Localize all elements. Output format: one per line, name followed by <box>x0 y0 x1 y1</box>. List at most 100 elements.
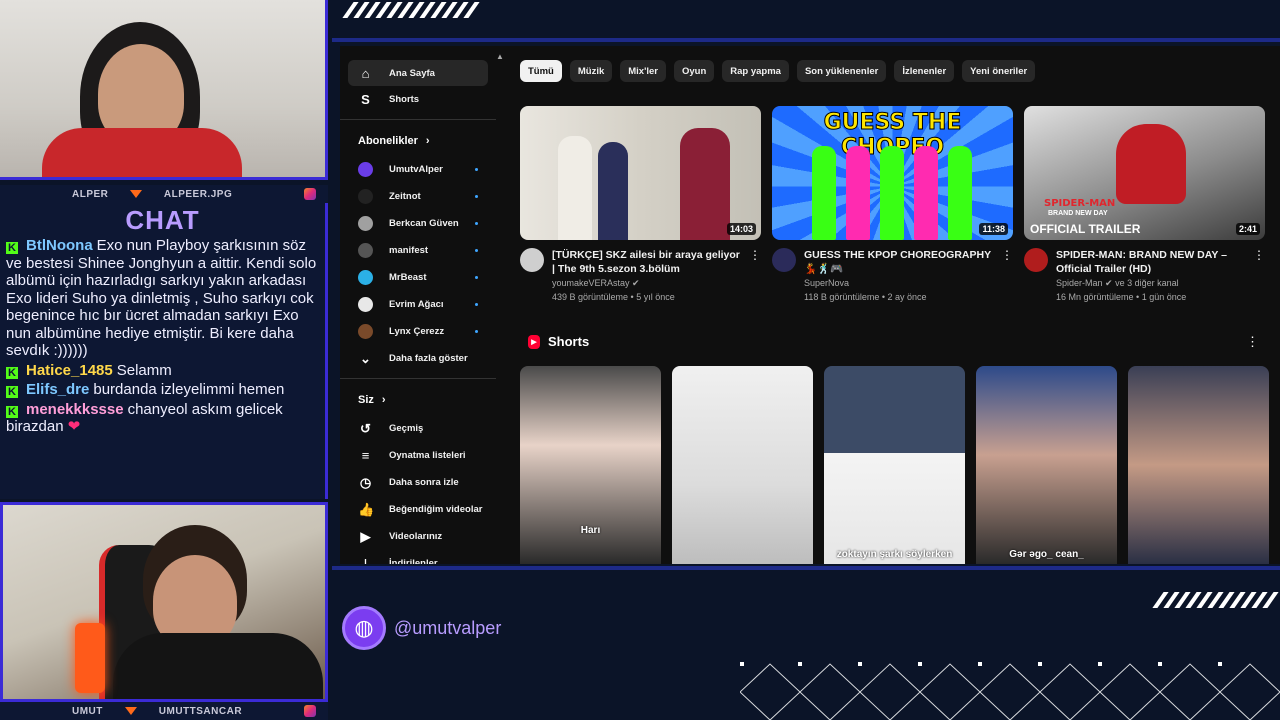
chat-username: BtlNoona <box>26 237 93 254</box>
filter-chip[interactable]: Oyun <box>673 60 715 82</box>
video-title[interactable]: [TÜRKÇE] SKZ ailesi bir araya geliyor | … <box>552 248 742 276</box>
channel-avatar[interactable] <box>1024 248 1048 272</box>
subscription-label: Berkcan Güven <box>389 218 459 229</box>
show-more-label: Daha fazla göster <box>389 353 468 364</box>
more-options-icon[interactable]: ⋮ <box>1246 334 1259 350</box>
streamer-handle-bottom: UMUTTSANCAR <box>158 705 243 717</box>
sidebar-item-label: Videolarınız <box>389 531 443 542</box>
more-options-icon[interactable]: ⋮ <box>1001 248 1013 262</box>
home-icon: ⌂ <box>361 65 370 81</box>
video-duration: 11:38 <box>979 223 1008 235</box>
kick-badge-icon: K <box>6 405 18 418</box>
new-content-dot <box>475 303 478 306</box>
video-card[interactable]: 14:03 [TÜRKÇE] SKZ ailesi bir araya geliy… <box>520 106 761 304</box>
filter-chip[interactable]: Tümü <box>520 60 562 82</box>
subscriptions-header[interactable]: Abonelikler › <box>340 126 498 156</box>
subscription-label: Evrim Ağacı <box>389 299 444 310</box>
playlists-icon: ≡ <box>361 448 370 463</box>
video-grid: 14:03 [TÜRKÇE] SKZ ailesi bir araya geliy… <box>520 106 1265 304</box>
chat-message: Kmenekkkssse chanyeol askım gelicek biraz… <box>6 401 319 436</box>
video-card[interactable]: SPIDER-MAN BRAND NEW DAY OFFICIAL TRAILER 2… <box>1024 106 1265 304</box>
channel-avatar[interactable] <box>520 248 544 272</box>
new-content-dot <box>475 168 478 171</box>
video-channel[interactable]: Spider-Man ✔ ve 3 diğer kanal <box>1056 276 1246 290</box>
short-card[interactable]: zoktayın şarkı söylerken <box>824 366 965 564</box>
sidebar-item-like[interactable]: 👍 Beğendiğim videolar <box>340 496 498 523</box>
filter-chip[interactable]: Mix'ler <box>620 60 666 82</box>
sidebar-subscription[interactable]: Zeitnot <box>340 183 498 210</box>
channel-avatar[interactable] <box>772 248 796 272</box>
sidebar-item-your-videos[interactable]: ▶ Videolarınız <box>340 523 498 550</box>
you-header[interactable]: Siz › <box>340 385 498 415</box>
shorts-logo-icon: ▶ <box>528 334 540 349</box>
show-more-button[interactable]: ⌄ Daha fazla göster <box>340 345 498 372</box>
chat-messages: K BtlNoona Exo nun Playboy şarkısının söz … <box>6 237 319 436</box>
sidebar-subscription[interactable]: Lynx Çerezz <box>340 318 498 345</box>
new-content-dot <box>475 222 478 225</box>
filter-chip[interactable]: Müzik <box>569 60 613 82</box>
filter-chip[interactable]: Son yüklenenler <box>796 60 887 82</box>
subscription-label: Lynx Çerezz <box>389 326 445 337</box>
sidebar-subscription[interactable]: UmutvAlper <box>340 156 498 183</box>
sidebar-item-watch-later[interactable]: ◷ Daha sonra izle <box>340 469 498 496</box>
short-card[interactable]: Gər əgo_ cean_ <box>976 366 1117 564</box>
kick-badge-icon: K <box>6 242 18 254</box>
short-card[interactable] <box>672 366 813 564</box>
more-options-icon[interactable]: ⋮ <box>749 248 761 262</box>
filter-chip[interactable]: İzlenenler <box>894 60 955 82</box>
sidebar-subscription[interactable]: Berkcan Güven <box>340 210 498 237</box>
video-title[interactable]: SPIDER-MAN: BRAND NEW DAY – Official Tra… <box>1056 248 1246 276</box>
namebar-bottom: UMUT UMUTTSANCAR <box>0 702 328 720</box>
sidebar-subscription[interactable]: Evrim Ağacı <box>340 291 498 318</box>
short-caption: zoktayın şarkı söylerken <box>836 549 953 560</box>
you-header-label: Siz <box>358 394 374 406</box>
more-options-icon[interactable]: ⋮ <box>1253 248 1265 262</box>
filter-chip[interactable]: Yeni öneriler <box>962 60 1036 82</box>
watch-later-icon: ◷ <box>359 474 372 490</box>
sidebar-item-label: Beğendiğim videolar <box>389 504 483 515</box>
video-info: GUESS THE KPOP CHOREOGRAPHY💃🕺🎮 SuperNova 1… <box>772 248 1013 304</box>
chat-username: Elifs_dre <box>26 381 90 398</box>
video-title[interactable]: GUESS THE KPOP CHOREOGRAPHY💃🕺🎮 <box>804 248 994 276</box>
video-channel[interactable]: youmakeVERAstay ✔ <box>552 276 742 290</box>
short-card[interactable] <box>1128 366 1269 564</box>
video-thumbnail[interactable]: SPIDER-MAN BRAND NEW DAY OFFICIAL TRAILER 2… <box>1024 106 1265 240</box>
youtube-window: ▲ ⌂ Ana Sayfa S Shorts Abonelikler › UmutvA… <box>340 46 1280 564</box>
thumb-spiderman <box>1116 124 1186 204</box>
youtube-sidebar: ⌂ Ana Sayfa S Shorts Abonelikler › UmutvAlp… <box>340 46 498 564</box>
subscription-label: MrBeast <box>389 272 427 283</box>
sidebar-item-downloads[interactable]: ⤓ İndirilenler <box>340 550 498 565</box>
chat-message: K Elifs_dre burdanda izleyelimmi hemen <box>6 381 319 399</box>
stripes-decoration-top <box>342 2 480 18</box>
video-thumbnail[interactable]: 14:03 <box>520 106 761 240</box>
webcam-top <box>0 0 328 180</box>
thumb-person <box>558 136 592 240</box>
channel-avatar <box>358 297 373 312</box>
downloads-icon: ⤓ <box>362 555 369 565</box>
sidebar-item-shorts[interactable]: S Shorts <box>340 86 498 113</box>
triangle-icon <box>130 190 143 198</box>
thumb-trailer-text: OFFICIAL TRAILER <box>1030 222 1141 236</box>
streamer-name-top: ALPER <box>72 188 109 200</box>
chat-panel: CHAT K BtlNoona Exo nun Playboy şarkısının… <box>0 203 328 499</box>
video-thumbnail[interactable]: GUESS THE CHOPEO11:38 <box>772 106 1013 240</box>
shorts-row: Harı zoktayın şarkı söylerken Gər əgo_ cea… <box>520 366 1269 564</box>
microphone <box>75 623 105 693</box>
sidebar-item-home[interactable]: ⌂ Ana Sayfa <box>348 60 488 86</box>
video-info: SPIDER-MAN: BRAND NEW DAY – Official Tra… <box>1024 248 1265 304</box>
streamer-handle-top: ALPEER.JPG <box>163 188 233 200</box>
short-caption: Harı <box>580 525 601 536</box>
sidebar-item-label: Ana Sayfa <box>389 67 435 79</box>
video-info: [TÜRKÇE] SKZ ailesi bir araya geliyor | … <box>520 248 761 304</box>
sidebar-item-playlists[interactable]: ≡ Oynatma listeleri <box>340 442 498 469</box>
sidebar-item-history[interactable]: ↺ Geçmiş <box>340 415 498 442</box>
sidebar-subscription[interactable]: manifest <box>340 237 498 264</box>
sidebar-subscription[interactable]: MrBeast <box>340 264 498 291</box>
subscription-label: UmutvAlper <box>389 164 443 175</box>
subscriptions-header-label: Abonelikler <box>358 135 418 147</box>
filter-chip[interactable]: Rap yapma <box>722 60 789 82</box>
video-channel[interactable]: SuperNova <box>804 276 994 290</box>
short-card[interactable]: Harı <box>520 366 661 564</box>
video-card[interactable]: GUESS THE CHOPEO11:38 GUESS THE KPOP CHOR… <box>772 106 1013 304</box>
chat-title: CHAT <box>125 205 200 235</box>
